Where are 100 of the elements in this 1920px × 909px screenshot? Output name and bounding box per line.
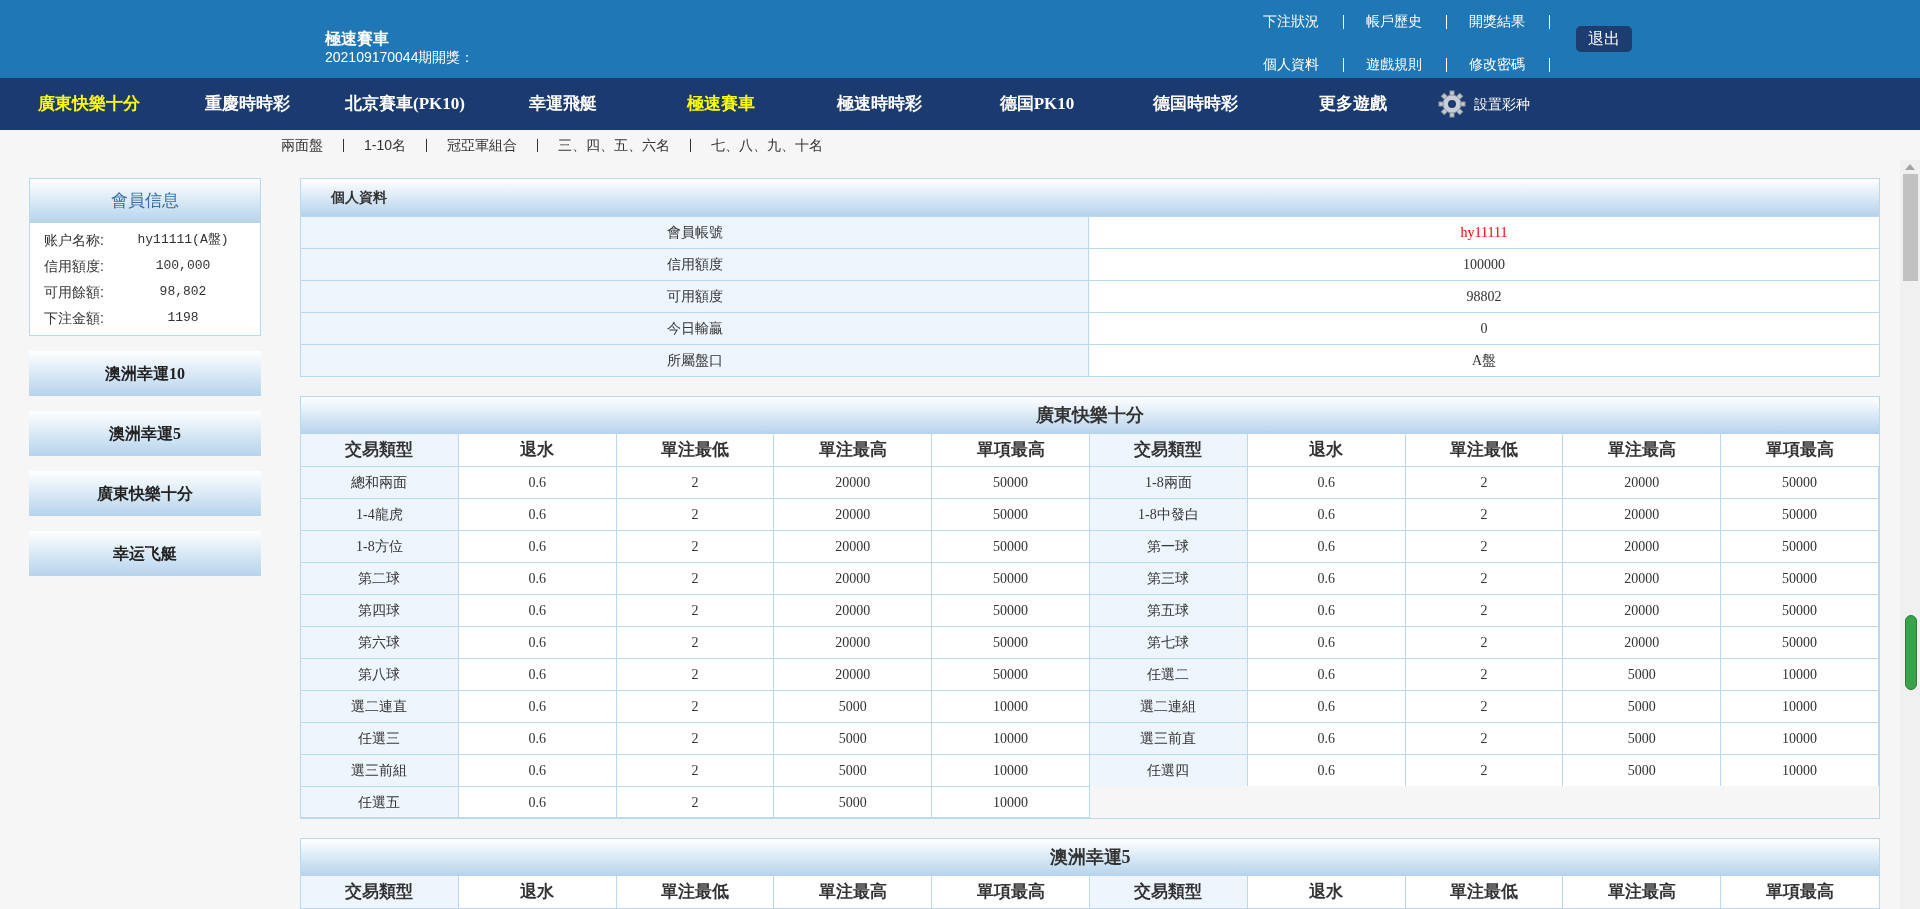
- table-cell: 1-4龍虎: [301, 498, 459, 530]
- table-cell: 2: [1405, 658, 1564, 690]
- header-link[interactable]: 個人資料: [1263, 54, 1321, 75]
- table-cell: 選三前直: [1090, 722, 1248, 754]
- table-cell: 2: [1405, 690, 1564, 722]
- scrollbar[interactable]: [1900, 160, 1920, 909]
- game-button[interactable]: 幸运飞艇: [29, 531, 261, 576]
- table-cell: 5000: [774, 722, 933, 754]
- table-cell: 0.6: [458, 562, 617, 594]
- game-tab[interactable]: 廣東快樂十分: [10, 91, 168, 117]
- scroll-thumb[interactable]: [1902, 174, 1918, 281]
- table-cell: 1-8中發白: [1090, 498, 1248, 530]
- header-link[interactable]: 修改密碼: [1469, 54, 1527, 75]
- grip-icon[interactable]: [1905, 615, 1917, 690]
- profile-title: 個人資料: [301, 179, 1879, 216]
- table-cell: 0.6: [458, 626, 617, 658]
- table-cell: 任選四: [1090, 754, 1248, 786]
- table-cell: 5000: [774, 754, 933, 786]
- subnav-link[interactable]: 兩面盤: [281, 134, 323, 156]
- info-value: 1198: [166, 309, 200, 328]
- table-cell: 2: [1405, 530, 1564, 562]
- table-cell: 第三球: [1090, 562, 1248, 594]
- table-cell: 0.6: [458, 498, 617, 530]
- table-cell: 20000: [774, 626, 933, 658]
- draw-info: 202109170044期開獎：: [325, 49, 476, 65]
- table-cell: 總和兩面: [301, 466, 459, 498]
- limit-table-title: 廣東快樂十分: [301, 397, 1879, 434]
- game-button[interactable]: 澳洲幸運5: [29, 411, 261, 456]
- table-cell: 1-8方位: [301, 530, 459, 562]
- table-cell: 0.6: [1247, 690, 1406, 722]
- table-cell: 第四球: [301, 594, 459, 626]
- table-cell: 50000: [1721, 594, 1879, 626]
- limit-table-title: 澳洲幸運5: [301, 839, 1879, 876]
- table-cell: 2: [1405, 722, 1564, 754]
- game-tab[interactable]: 德国PK10: [958, 91, 1116, 117]
- game-tab[interactable]: 德国時時彩: [1116, 91, 1274, 117]
- table-cell: 2: [616, 626, 775, 658]
- profile-value-cell-text: 98802: [1465, 288, 1503, 306]
- game-tab[interactable]: 北京賽車(PK10): [326, 91, 484, 117]
- game-button[interactable]: 澳洲幸運10: [29, 351, 261, 396]
- table-cell: 10000: [932, 722, 1090, 754]
- table-cell: 50000: [1721, 466, 1879, 498]
- table-cell: 20000: [1563, 466, 1722, 498]
- table-cell: 0.6: [458, 690, 617, 722]
- game-tab[interactable]: 重慶時時彩: [168, 91, 326, 117]
- table-cell: 50000: [932, 530, 1090, 562]
- table-cell: 5000: [774, 690, 933, 722]
- table-cell: 10000: [1721, 754, 1879, 786]
- table-cell: 0.6: [1247, 466, 1406, 498]
- scroll-up-icon[interactable]: [1905, 164, 1915, 170]
- table-cell: 50000: [1721, 626, 1879, 658]
- profile-label-cell: 所屬盤口: [301, 345, 1089, 376]
- table-cell: 0.6: [1247, 626, 1406, 658]
- table-cell: 任選二: [1090, 658, 1248, 690]
- header-link[interactable]: 下注狀況: [1263, 11, 1321, 32]
- table-cell: 20000: [774, 498, 933, 530]
- column-header: 交易類型: [1090, 434, 1248, 466]
- table-cell: 2: [616, 658, 775, 690]
- profile-label-cell: 會員帳號: [301, 217, 1089, 248]
- table-cell: 10000: [932, 690, 1090, 722]
- table-cell: 0.6: [1247, 722, 1406, 754]
- table-cell: 選三前組: [301, 754, 459, 786]
- game-tab[interactable]: 幸運飛艇: [484, 91, 642, 117]
- table-cell: 0.6: [1247, 594, 1406, 626]
- info-value: 100,000: [154, 257, 212, 276]
- game-title: 極速賽車: [325, 29, 390, 49]
- table-cell: 第六球: [301, 626, 459, 658]
- table-cell: 2: [616, 786, 775, 818]
- table-cell: 50000: [932, 498, 1090, 530]
- game-tab[interactable]: 極速時時彩: [800, 91, 958, 117]
- subnav-link[interactable]: 冠亞軍組合: [447, 134, 518, 156]
- subnav-link[interactable]: 七、八、九、十名: [711, 134, 824, 156]
- table-cell: 50000: [1721, 562, 1879, 594]
- gear-icon[interactable]: [1438, 90, 1466, 118]
- table-cell: 2: [616, 562, 775, 594]
- table-cell: 20000: [774, 466, 933, 498]
- subnav-link[interactable]: 1-10名: [364, 134, 407, 156]
- header-link[interactable]: 開獎結果: [1469, 11, 1527, 32]
- table-cell: 10000: [1721, 722, 1879, 754]
- header-link[interactable]: 帳戶歷史: [1366, 11, 1424, 32]
- settings-link[interactable]: 設置彩种: [1474, 93, 1530, 115]
- game-tab[interactable]: 極速賽車: [642, 91, 800, 117]
- table-cell: 10000: [932, 786, 1090, 818]
- game-button[interactable]: 廣東快樂十分: [29, 471, 261, 516]
- table-cell: 0.6: [1247, 498, 1406, 530]
- game-tab[interactable]: 更多遊戲: [1274, 91, 1432, 117]
- table-cell: 任選三: [301, 722, 459, 754]
- header-link[interactable]: 遊戲規則: [1366, 54, 1424, 75]
- table-cell: 0.6: [458, 658, 617, 690]
- table-cell: 2: [1405, 754, 1564, 786]
- table-cell: 5000: [1563, 722, 1722, 754]
- subnav-link[interactable]: 三、四、五、六名: [558, 134, 671, 156]
- table-cell: 5000: [1563, 754, 1722, 786]
- table-cell: 任選五: [301, 786, 459, 818]
- table-cell: 20000: [774, 658, 933, 690]
- table-cell: 20000: [1563, 562, 1722, 594]
- table-cell: 5000: [1563, 690, 1722, 722]
- table-cell: 選二連直: [301, 690, 459, 722]
- table-cell: 0.6: [458, 754, 617, 786]
- logout-button[interactable]: 退出: [1576, 26, 1632, 52]
